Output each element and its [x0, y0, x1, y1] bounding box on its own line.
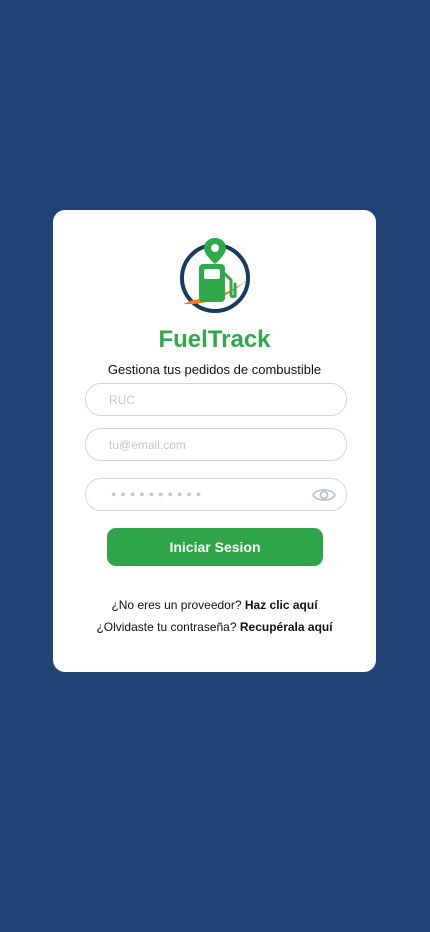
forgot-password-line: ¿Olvidaste tu contraseña? Recupérala aqu… — [53, 620, 376, 634]
password-field-wrapper: ●●●●●●●●●● — [85, 478, 347, 511]
email-input[interactable] — [86, 429, 346, 460]
password-input[interactable] — [86, 479, 346, 510]
provider-link-line: ¿No eres un proveedor? Haz clic aquí — [53, 598, 376, 612]
login-card: FuelTrack Gestiona tus pedidos de combus… — [53, 210, 376, 672]
fuel-pump-logo-icon — [180, 238, 253, 313]
app-name: FuelTrack — [158, 326, 271, 353]
ruc-field-wrapper — [85, 383, 347, 416]
login-button[interactable]: Iniciar Sesion — [107, 528, 323, 566]
ruc-input[interactable] — [86, 384, 346, 415]
provider-prompt: ¿No eres un proveedor? — [111, 598, 242, 612]
app-tagline: Gestiona tus pedidos de combustible — [107, 362, 322, 377]
email-field-wrapper — [85, 428, 347, 461]
provider-signup-link[interactable]: Haz clic aquí — [245, 598, 318, 612]
forgot-password-prompt: ¿Olvidaste tu contraseña? — [96, 620, 237, 634]
eye-icon[interactable] — [312, 485, 336, 505]
recover-password-link[interactable]: Recupérala aquí — [240, 620, 333, 634]
